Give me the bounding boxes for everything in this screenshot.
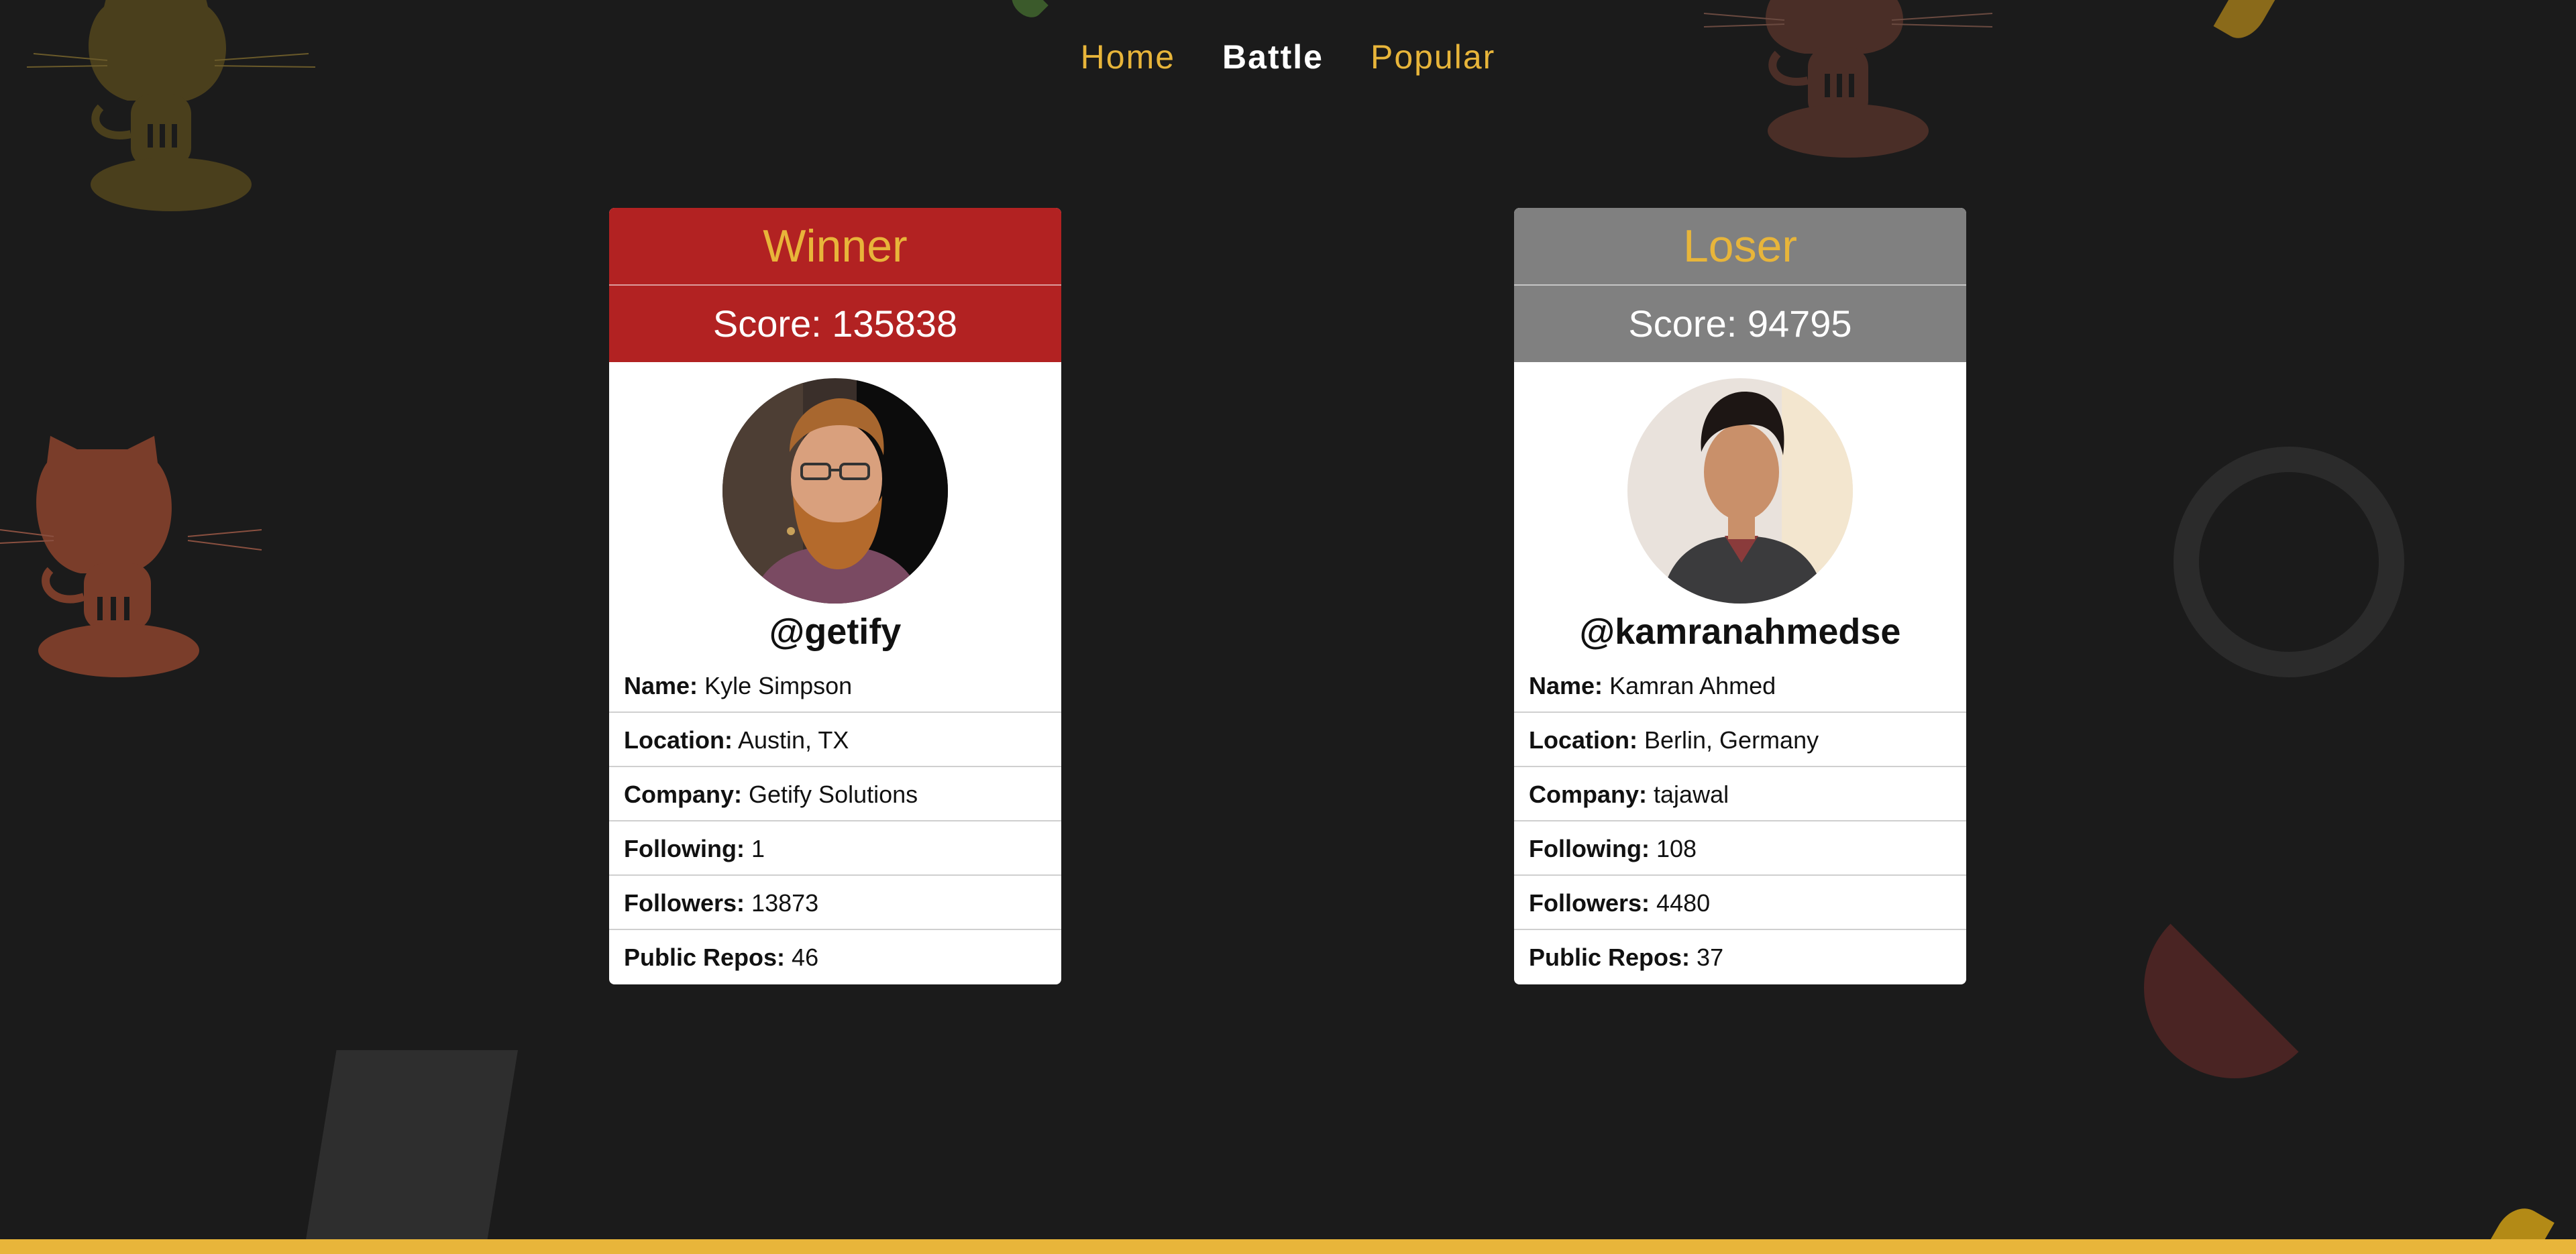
info-row-company: Company: tajawal <box>1514 767 1966 821</box>
info-row-public-repos: Public Repos: 46 <box>609 930 1061 984</box>
winner-card: Winner Score: 135838 @getify Name: Kyle … <box>609 208 1061 984</box>
info-row-name: Name: Kamran Ahmed <box>1514 659 1966 713</box>
player-handle[interactable]: @getify <box>609 610 1061 653</box>
info-value: 46 <box>792 944 819 971</box>
player-handle[interactable]: @kamranahmedse <box>1514 610 1966 653</box>
result-title: Loser <box>1514 208 1966 284</box>
info-row-company: Company: Getify Solutions <box>609 767 1061 821</box>
info-row-location: Location: Austin, TX <box>609 713 1061 767</box>
octocat-background-icon <box>26 0 316 211</box>
info-label: Followers: <box>1529 889 1650 917</box>
info-label: Company: <box>624 781 743 808</box>
player-info-list: Name: Kyle Simpson Location: Austin, TX … <box>609 659 1061 984</box>
info-value: Kamran Ahmed <box>1609 672 1776 699</box>
info-label: Name: <box>1529 672 1603 699</box>
info-value: 108 <box>1656 835 1697 862</box>
info-label: Company: <box>1529 781 1648 808</box>
info-label: Followers: <box>624 889 745 917</box>
info-label: Name: <box>624 672 698 699</box>
loser-card: Loser Score: 94795 @kamranahmedse Name: … <box>1514 208 1966 984</box>
half-disc-shape <box>2144 897 2325 1078</box>
bottom-accent-bar <box>0 1239 2576 1254</box>
slab-shape <box>302 1050 518 1254</box>
info-label: Following: <box>1529 835 1650 862</box>
info-row-followers: Followers: 4480 <box>1514 876 1966 930</box>
nav-popular-link[interactable]: Popular <box>1371 38 1495 76</box>
info-value: 37 <box>1697 944 1724 971</box>
octocat-background-icon <box>0 436 262 677</box>
result-title: Winner <box>609 208 1061 284</box>
avatar <box>722 378 948 604</box>
score-text: Score: 94795 <box>1514 284 1966 362</box>
info-label: Public Repos: <box>1529 944 1690 971</box>
ring-shape <box>2174 447 2404 677</box>
info-value: 1 <box>751 835 765 862</box>
info-row-following: Following: 1 <box>609 821 1061 876</box>
nav-home-link[interactable]: Home <box>1081 38 1175 76</box>
info-value: tajawal <box>1654 781 1729 808</box>
info-row-public-repos: Public Repos: 37 <box>1514 930 1966 984</box>
info-value: Getify Solutions <box>749 781 918 808</box>
info-row-name: Name: Kyle Simpson <box>609 659 1061 713</box>
page: Home Battle Popular Winner Score: 135838 <box>0 0 2576 1254</box>
info-row-location: Location: Berlin, Germany <box>1514 713 1966 767</box>
score-text: Score: 135838 <box>609 284 1061 362</box>
avatar <box>1627 378 1853 604</box>
info-label: Location: <box>624 726 733 754</box>
info-value: Austin, TX <box>738 726 849 754</box>
player-info-list: Name: Kamran Ahmed Location: Berlin, Ger… <box>1514 659 1966 984</box>
info-label: Following: <box>624 835 745 862</box>
main-nav: Home Battle Popular <box>0 38 2576 76</box>
info-value: 13873 <box>751 889 819 917</box>
leaf-shape <box>1006 0 1049 23</box>
octocat-background-icon <box>1703 0 1993 158</box>
info-value: Berlin, Germany <box>1644 726 1819 754</box>
info-label: Public Repos: <box>624 944 786 971</box>
info-value: Kyle Simpson <box>704 672 853 699</box>
info-value: 4480 <box>1656 889 1711 917</box>
info-row-followers: Followers: 13873 <box>609 876 1061 930</box>
info-row-following: Following: 108 <box>1514 821 1966 876</box>
info-label: Location: <box>1529 726 1638 754</box>
nav-battle-link[interactable]: Battle <box>1222 38 1324 76</box>
